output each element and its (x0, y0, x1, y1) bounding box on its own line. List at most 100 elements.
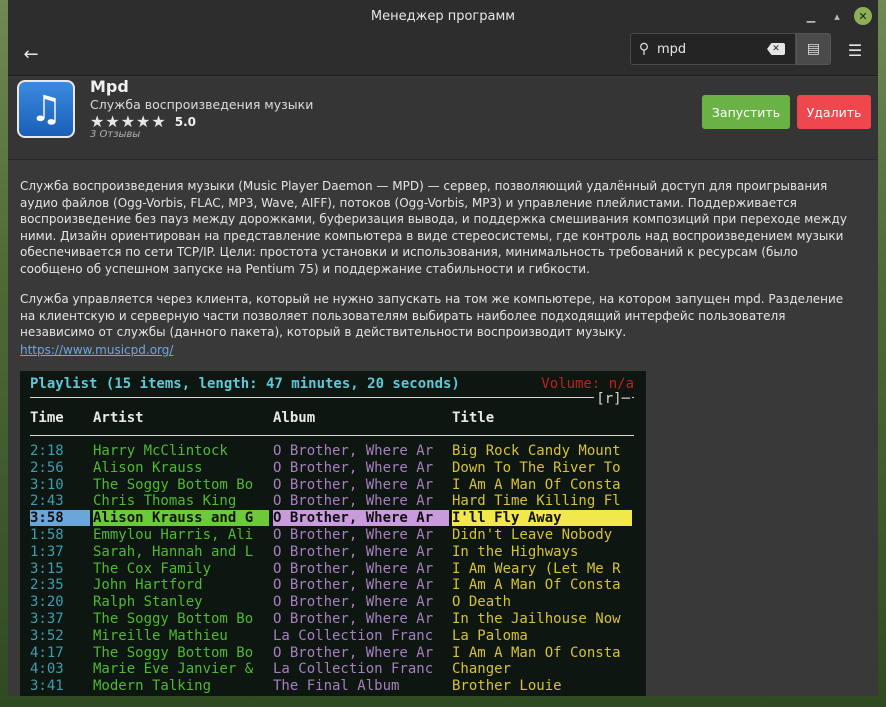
cell-time: 3:15 (30, 560, 64, 577)
homepage-link[interactable]: https://www.musicpd.org/ (20, 343, 173, 357)
app-summary: Служба воспроизведения музыки (90, 97, 314, 112)
volume-indicator: Volume: n/a (541, 376, 634, 392)
cell-artist: Emmylou Harris, Ali (93, 526, 254, 543)
title-bar[interactable]: Менеджер программ ▁ ▴ ✕ (8, 0, 878, 32)
cell-title: Down To The River To (452, 459, 621, 476)
window-title: Менеджер программ (370, 8, 516, 24)
window-controls: ▁ ▴ ✕ (802, 7, 872, 25)
software-manager-window: Менеджер программ ▁ ▴ ✕ ← ⚲ mpd ✕ ▤ ☰ ♫ … (8, 0, 878, 696)
cell-title: Didn't Leave Nobody (452, 526, 613, 543)
cell-time: 1:58 (30, 526, 64, 543)
table-row: 2:35 John Hartford O Brother, Where Ar I Am… (20, 577, 646, 594)
cell-artist: Sarah, Hannah and L (93, 543, 254, 560)
cell-time: 2:43 (30, 493, 64, 510)
table-row: 2:56 Alison Krauss O Brother, Where Ar Down… (20, 460, 646, 477)
cell-title: In the Jailhouse Now (452, 610, 621, 627)
cell-time: 2:18 (30, 443, 64, 459)
close-icon[interactable]: ✕ (854, 7, 872, 25)
cell-time: 3:20 (30, 594, 64, 611)
cell-artist: Marie Eve Janvier & (93, 661, 254, 678)
cell-album: O Brother, Where Ar (273, 526, 434, 543)
cell-title: Big Rock Candy Mount (452, 443, 621, 459)
clear-search-icon[interactable]: ✕ (767, 43, 785, 55)
back-button[interactable]: ← (18, 41, 44, 67)
cell-album: O Brother, Where Ar (273, 543, 434, 560)
cell-artist: The Soggy Bottom Bo (93, 610, 254, 627)
cell-time: 3:52 (30, 627, 64, 644)
header-bar: ← ⚲ mpd ✕ ▤ ☰ (8, 32, 878, 76)
divider (30, 435, 634, 436)
description-paragraph: Служба воспроизведения музыки (Music Pla… (20, 179, 847, 276)
cell-artist: Harry McClintock (93, 443, 228, 459)
cell-artist: Modern Talking (93, 678, 212, 695)
minimize-icon[interactable]: ▁ (802, 7, 820, 25)
cell-album: O Brother, Where Ar (273, 510, 449, 527)
remove-button[interactable]: Удалить (797, 95, 871, 129)
cell-time: 3:37 (30, 610, 64, 627)
table-row: 3:37 The Soggy Bottom Bo O Brother, Where … (20, 611, 646, 628)
app-name: Mpd (90, 77, 129, 96)
cell-title: Hard Time Killing Fl (452, 493, 621, 510)
cell-album: O Brother, Where Ar (273, 493, 434, 510)
launch-button[interactable]: Запустить (702, 95, 790, 129)
cell-album: O Brother, Where Ar (273, 594, 434, 611)
column-artist: Artist (93, 410, 144, 426)
description: Служба воспроизведения музыки (Music Pla… (20, 178, 860, 355)
column-title: Title (452, 410, 495, 426)
maximize-icon[interactable]: ▴ (828, 7, 846, 25)
column-album: Album (273, 410, 316, 426)
hamburger-icon: ☰ (847, 40, 863, 60)
cell-album: O Brother, Where Ar (273, 476, 434, 493)
table-row: 1:58 Emmylou Harris, Ali O Brother, Where … (20, 527, 646, 544)
search-input[interactable]: mpd (657, 42, 767, 57)
table-row: 3:10 The Soggy Bottom Bo O Brother, Where … (20, 477, 646, 494)
cell-title: I'll Fly Away (452, 510, 632, 527)
cell-artist: Alison Krauss and G (93, 510, 269, 527)
cell-title: I Am A Man Of Consta (452, 577, 621, 594)
app-details: Служба воспроизведения музыки (Music Pla… (8, 161, 878, 696)
menu-button[interactable]: ☰ (844, 39, 866, 61)
reviews-count[interactable]: 3 Отзывы (90, 129, 140, 140)
playlist-header: Playlist (15 items, length: 47 minutes, … (30, 376, 460, 392)
arrow-left-icon: ← (23, 43, 39, 65)
cell-time: 4:17 (30, 644, 64, 661)
cell-album: The Final Album (273, 678, 400, 695)
playlist-rows: 2:18 Harry McClintock O Brother, Where Ar B… (20, 443, 646, 695)
cell-title: Changer (452, 661, 512, 678)
cell-time: 3:41 (30, 678, 64, 695)
cell-title: In the Highways (452, 543, 579, 560)
cell-time: 2:35 (30, 577, 64, 594)
cell-artist: Mireille Mathieu (93, 627, 228, 644)
table-row: 2:43 Chris Thomas King O Brother, Where Ar… (20, 493, 646, 510)
search-field[interactable]: ⚲ mpd ✕ (630, 33, 796, 65)
table-row: 4:17 The Soggy Bottom Bo O Brother, Where … (20, 645, 646, 662)
cell-title: I Am A Man Of Consta (452, 644, 621, 661)
cell-artist: The Soggy Bottom Bo (93, 476, 254, 493)
cell-album: La Collection Franc (273, 627, 434, 644)
search-icon: ⚲ (638, 41, 650, 57)
table-row: 1:37 Sarah, Hannah and L O Brother, Where … (20, 544, 646, 561)
cell-time: 2:56 (30, 459, 64, 476)
cell-artist: Ralph Stanley (93, 594, 203, 611)
search-options-button[interactable]: ▤ (796, 33, 831, 65)
table-row: 3:15 The Cox Family O Brother, Where Ar I A… (20, 561, 646, 578)
column-time: Time (30, 410, 64, 426)
description-paragraph: Служба управляется через клиента, которы… (20, 292, 844, 339)
repeat-indicator: [r]─ (594, 391, 632, 407)
table-row: 3:52 Mireille Mathieu La Collection Franc L… (20, 628, 646, 645)
cell-album: La Collection Franc (273, 661, 434, 678)
cell-album: O Brother, Where Ar (273, 577, 434, 594)
cell-title: I Am A Man Of Consta (452, 476, 621, 493)
cell-title: I Am Weary (Let Me R (452, 560, 621, 577)
list-details-icon: ▤ (806, 41, 821, 57)
cell-time: 1:37 (30, 543, 64, 560)
cell-artist: Chris Thomas King (93, 493, 237, 510)
cell-album: O Brother, Where Ar (273, 644, 434, 661)
cell-time: 3:58 (30, 510, 90, 527)
table-row: 4:03 Marie Eve Janvier & La Collection Fra… (20, 661, 646, 678)
cell-title: O Death (452, 594, 512, 611)
cell-title: La Paloma (452, 627, 528, 644)
app-screenshot[interactable]: Playlist (15 items, length: 47 minutes, … (20, 371, 646, 696)
cell-artist: The Cox Family (93, 560, 212, 577)
music-note-icon: ♫ (17, 80, 75, 138)
